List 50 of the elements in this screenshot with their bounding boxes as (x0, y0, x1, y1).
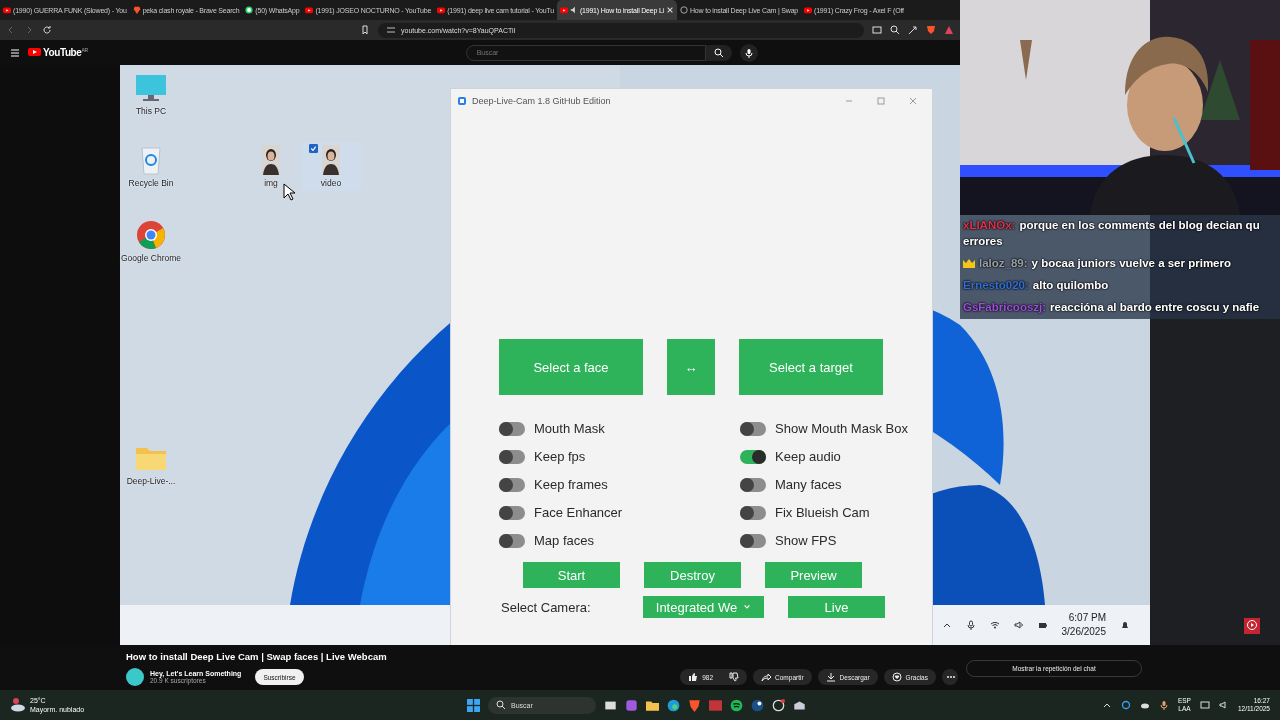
volume-icon[interactable] (1013, 620, 1024, 630)
chat-bubble-icon (245, 6, 254, 14)
play-logo-icon (28, 47, 41, 58)
lion-icon[interactable] (688, 698, 701, 712)
reload-icon[interactable] (42, 25, 52, 35)
battery-icon[interactable] (1037, 620, 1048, 630)
search-button[interactable] (705, 44, 732, 61)
monitor-icon[interactable] (1199, 700, 1210, 710)
search-icon (713, 47, 724, 58)
app-icon[interactable] (772, 698, 785, 712)
clock-time: 6:07 PM (1068, 611, 1106, 625)
speaker-icon (569, 6, 578, 14)
video-title: How to install Deep Live Cam | Swap faces | Live Webcam (126, 651, 388, 662)
more-button[interactable] (942, 669, 958, 685)
youtube-icon (305, 6, 314, 14)
wifi-icon[interactable] (989, 620, 1000, 630)
lion-icon (132, 6, 141, 14)
logo-text[interactable]: YouTube$^{AR}$ (43, 46, 88, 59)
spotify-icon[interactable] (730, 698, 743, 712)
download-icon (825, 672, 836, 682)
globe-icon (680, 6, 688, 14)
clock-date: 3/26/2025 (1061, 625, 1106, 639)
youtube-icon (437, 6, 446, 14)
microphone-icon[interactable] (965, 620, 976, 630)
volume-icon[interactable] (1218, 700, 1229, 710)
play-icon (1244, 618, 1260, 634)
voice-search-button[interactable] (739, 43, 758, 62)
thumbs-up-icon (688, 672, 699, 682)
cloud-icon (10, 698, 26, 712)
microphone-icon[interactable] (1158, 700, 1169, 710)
heart-icon (891, 672, 902, 682)
search-icon (496, 700, 506, 710)
windows-start-icon[interactable] (467, 698, 480, 712)
youtube-icon (3, 6, 11, 14)
bookmark-icon[interactable] (360, 25, 370, 35)
bell-icon[interactable] (1120, 620, 1130, 630)
youtube-icon (804, 6, 813, 14)
cast-icon[interactable] (872, 25, 882, 35)
microphone-icon (743, 47, 754, 58)
share-icon (761, 672, 772, 682)
youtube-icon (559, 6, 568, 14)
channel-avatar[interactable] (126, 668, 144, 686)
sync-icon[interactable] (1120, 700, 1131, 710)
share-icon[interactable] (908, 25, 918, 35)
zoom-icon[interactable] (890, 25, 900, 35)
triangle-icon[interactable] (944, 25, 954, 35)
thumbs-down-icon (729, 672, 740, 682)
sliders-icon (386, 25, 396, 35)
menu-icon[interactable] (10, 47, 20, 58)
shield-icon[interactable] (926, 25, 936, 35)
